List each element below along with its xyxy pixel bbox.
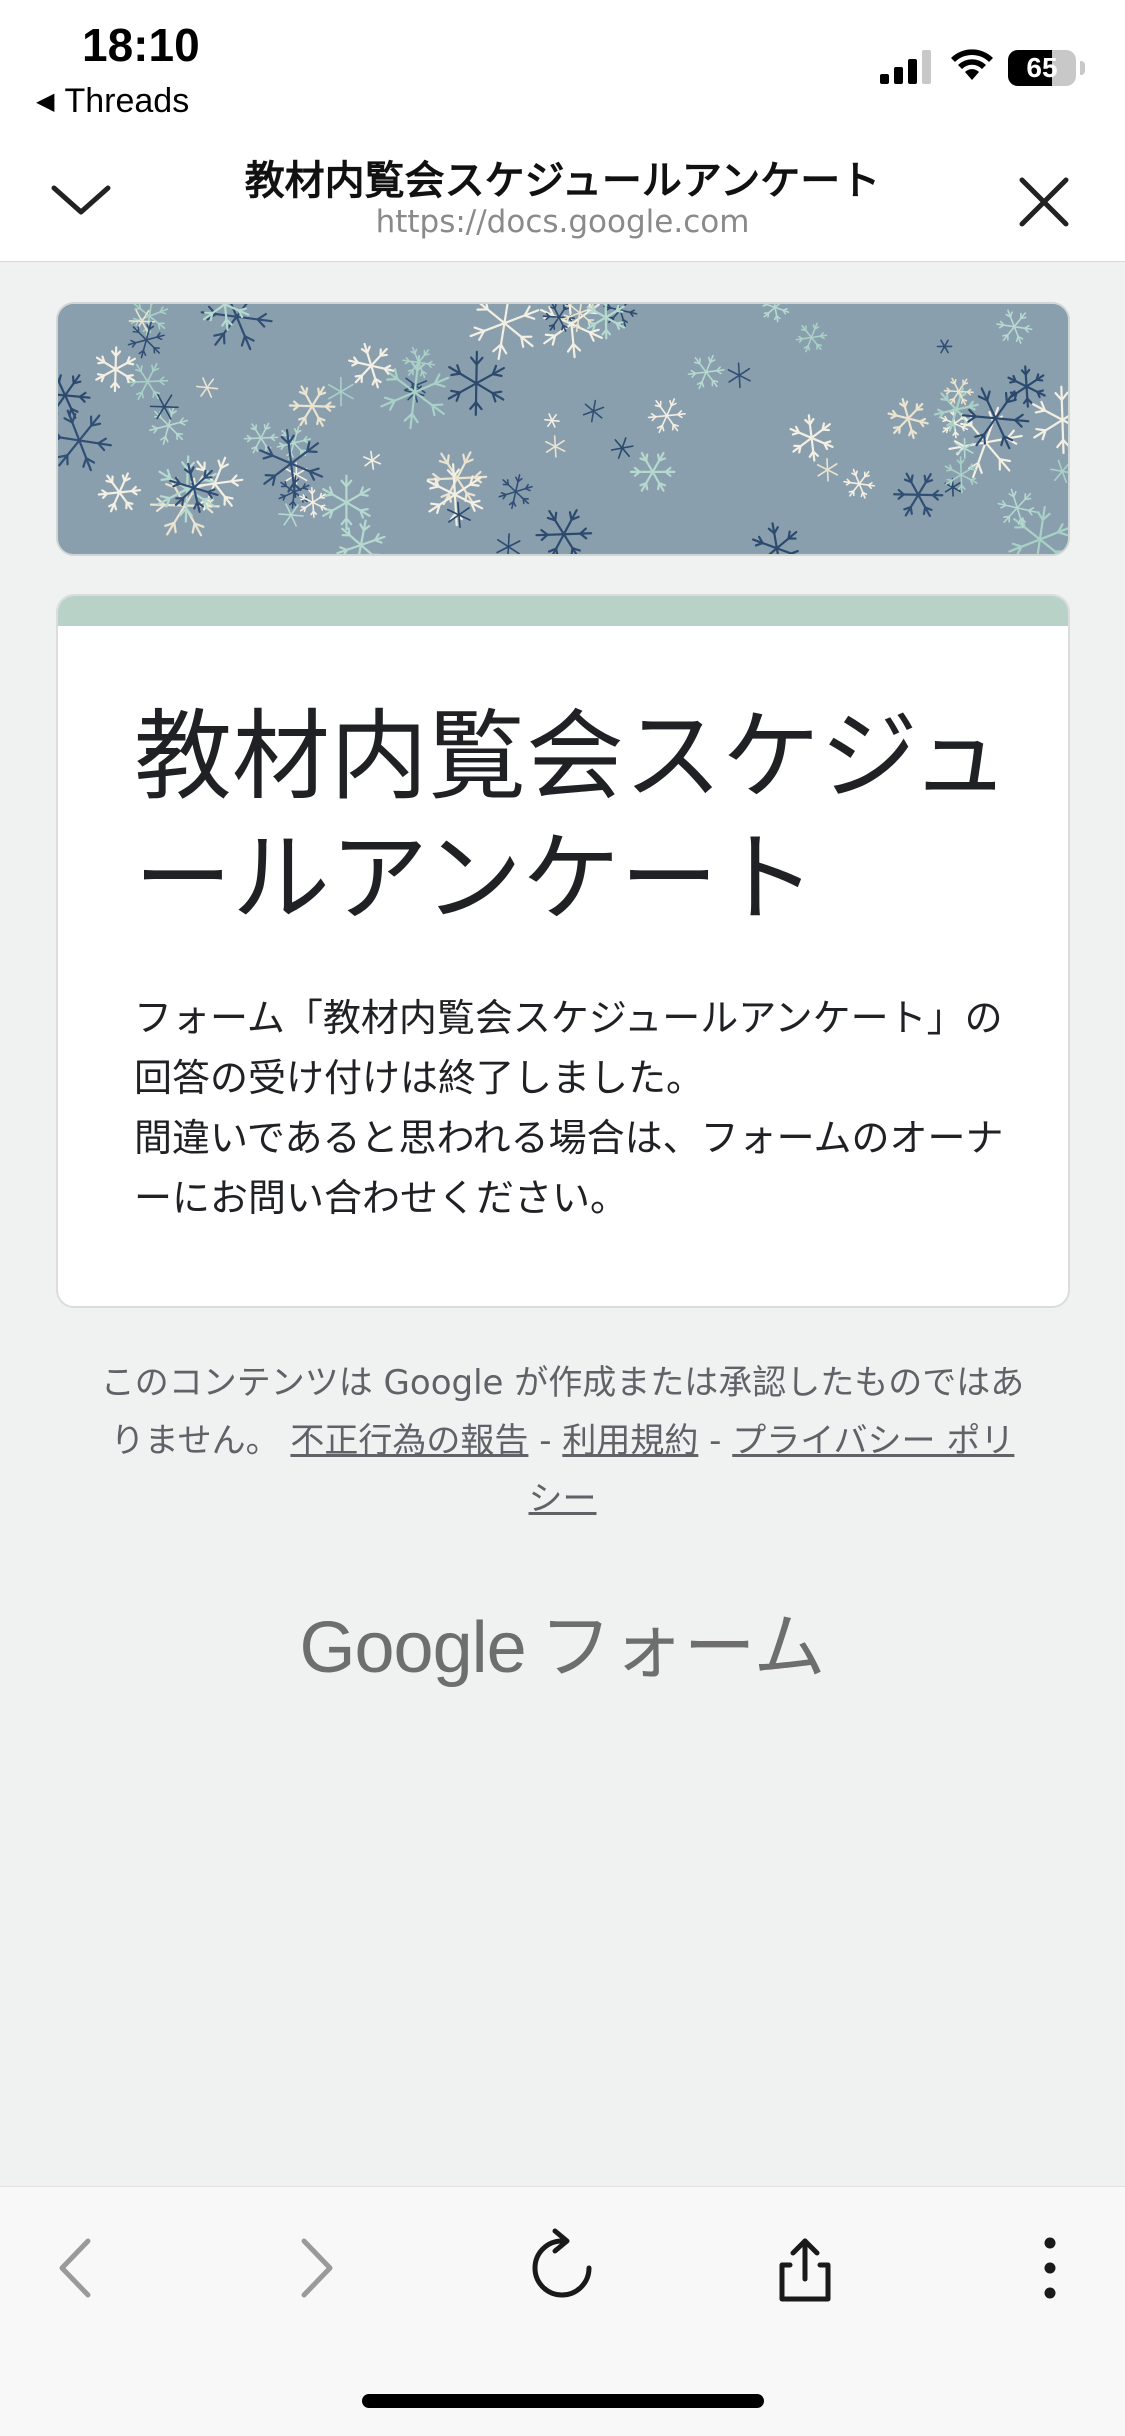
back-triangle-icon: ◀	[36, 88, 55, 115]
battery-percent: 65	[1026, 52, 1058, 83]
brand-google: Google	[299, 1608, 526, 1688]
status-time: 18:10	[82, 19, 200, 71]
battery-tip	[1080, 61, 1085, 75]
home-indicator[interactable]	[362, 2394, 764, 2408]
status-bar: 18:10 ◀ Threads 65	[0, 0, 1125, 130]
page-title: 教材内覧会スケジュールアンケート	[244, 158, 881, 204]
card-accent-bar	[58, 596, 1068, 626]
wifi-icon	[951, 49, 993, 80]
snowflake-pattern-image	[58, 304, 1068, 554]
close-icon[interactable]	[1012, 170, 1076, 234]
more-icon[interactable]	[1005, 2223, 1095, 2313]
google-forms-logo[interactable]: Google フォーム	[0, 1588, 1125, 1693]
in-app-browser-header: 教材内覧会スケジュールアンケート https://docs.google.com	[0, 130, 1125, 262]
brand-forms: フォーム	[539, 1605, 826, 1689]
form-title: 教材内覧会スケジュールアンケート	[134, 700, 1010, 936]
back-icon[interactable]	[30, 2223, 120, 2313]
form-closed-message: フォーム「教材内覧会スケジュールアンケート」の回答の受け付けは終了しました。 間…	[134, 988, 1024, 1228]
link-separator: -	[709, 1421, 722, 1461]
back-app-label: Threads	[64, 82, 190, 120]
forward-icon[interactable]	[272, 2223, 362, 2313]
closed-message-line-1: フォーム「教材内覧会スケジュールアンケート」の回答の受け付けは終了しました。	[134, 996, 1003, 1100]
link-separator: -	[539, 1421, 552, 1461]
form-header-image	[56, 302, 1070, 556]
share-icon[interactable]	[760, 2223, 850, 2313]
back-to-app-button[interactable]: ◀ Threads	[36, 82, 189, 121]
footer-disclaimer: このコンテンツは Google が作成または承認したものではありません。 不正行…	[96, 1354, 1029, 1528]
chevron-down-icon[interactable]	[46, 170, 116, 230]
cellular-signal-icon	[880, 50, 931, 84]
closed-message-line-2: 間違いであると思われる場合は、フォームのオーナーにお問い合わせください。	[134, 1116, 1004, 1220]
battery-icon: 65	[1008, 50, 1076, 86]
reload-icon[interactable]	[517, 2223, 607, 2313]
form-closed-card: 教材内覧会スケジュールアンケート フォーム「教材内覧会スケジュールアンケート」の…	[56, 594, 1070, 1308]
page-url: https://docs.google.com	[375, 204, 750, 240]
report-abuse-link[interactable]: 不正行為の報告	[290, 1421, 528, 1461]
terms-link[interactable]: 利用規約	[562, 1421, 698, 1461]
